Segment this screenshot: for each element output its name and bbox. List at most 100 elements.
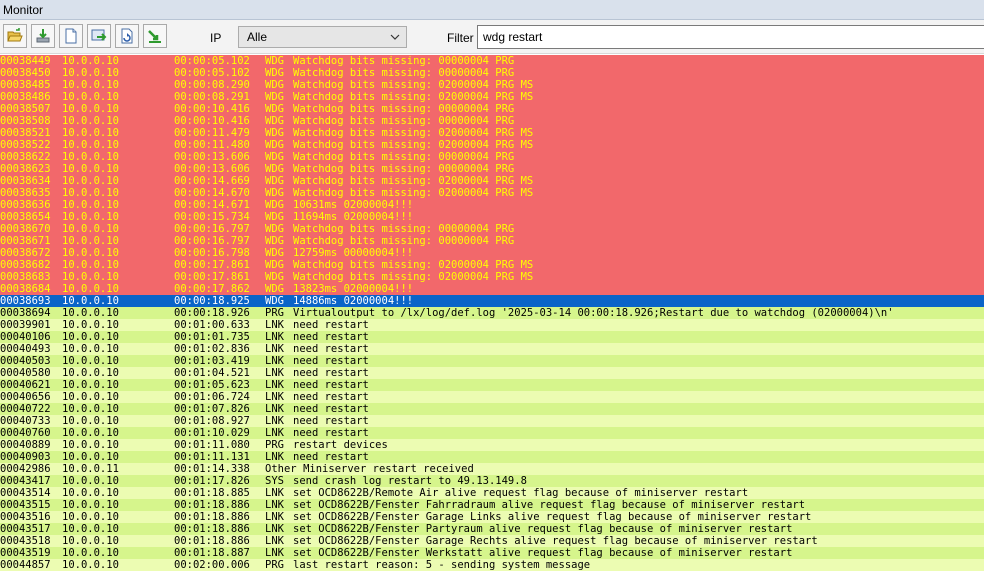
log-id: 00038450 — [0, 67, 51, 79]
log-row[interactable]: 00043515 10.0.0.10 00:01:18.886 LNK set OCD8… — [0, 499, 984, 511]
log-row[interactable]: 00040903 10.0.0.10 00:01:11.131 LNK need res… — [0, 451, 984, 463]
log-row[interactable]: 00040503 10.0.0.10 00:01:03.419 LNK need res… — [0, 355, 984, 367]
log-row[interactable]: 00038683 10.0.0.10 00:00:17.861 WDG Watchdog… — [0, 271, 984, 283]
log-time: 00:00:17.861 — [174, 259, 250, 271]
log-row[interactable]: 00038622 10.0.0.10 00:00:13.606 WDG Watchdog… — [0, 151, 984, 163]
log-type: LNK — [265, 487, 284, 499]
log-id: 00038485 — [0, 79, 51, 91]
log-row[interactable]: 00038634 10.0.0.10 00:00:14.669 WDG Watchdog… — [0, 175, 984, 187]
forward-button[interactable] — [143, 24, 167, 48]
log-row[interactable]: 00039901 10.0.0.10 00:01:00.633 LNK need res… — [0, 319, 984, 331]
log-message: Miniserver restart received — [303, 463, 474, 475]
log-row[interactable]: 00043417 10.0.0.10 00:01:17.826 SYS send cra… — [0, 475, 984, 487]
log-row[interactable]: 00043517 10.0.0.10 00:01:18.886 LNK set OCD8… — [0, 523, 984, 535]
log-ip: 10.0.0.10 — [62, 283, 119, 295]
log-row[interactable]: 00038522 10.0.0.10 00:00:11.480 WDG Watchdog… — [0, 139, 984, 151]
log-type: LNK — [265, 391, 284, 403]
log-time: 00:01:05.623 — [174, 379, 250, 391]
open-folder-button[interactable] — [3, 24, 27, 48]
log-message: Watchdog bits missing: 02000004 PRG MS — [293, 175, 534, 187]
log-time: 00:01:08.927 — [174, 415, 250, 427]
log-id: 00038635 — [0, 187, 51, 199]
log-message: Watchdog bits missing: 02000004 PRG MS — [293, 139, 534, 151]
log-time: 00:00:11.479 — [174, 127, 250, 139]
log-row[interactable]: 00043518 10.0.0.10 00:01:18.886 LNK set OCD8… — [0, 535, 984, 547]
log-row[interactable]: 00038670 10.0.0.10 00:00:16.797 WDG Watchdog… — [0, 223, 984, 235]
log-row[interactable]: 00038671 10.0.0.10 00:00:16.797 WDG Watchdog… — [0, 235, 984, 247]
log-ip: 10.0.0.10 — [62, 211, 119, 223]
log-row[interactable]: 00038623 10.0.0.10 00:00:13.606 WDG Watchdog… — [0, 163, 984, 175]
log-row[interactable]: 00043519 10.0.0.10 00:01:18.887 LNK set OCD8… — [0, 547, 984, 559]
log-row[interactable]: 00040493 10.0.0.10 00:01:02.836 LNK need res… — [0, 343, 984, 355]
log-ip: 10.0.0.10 — [62, 427, 119, 439]
log-row[interactable]: 00040580 10.0.0.10 00:01:04.521 LNK need res… — [0, 367, 984, 379]
log-row[interactable]: 00038672 10.0.0.10 00:00:16.798 WDG 12759ms … — [0, 247, 984, 259]
download-button[interactable] — [31, 24, 55, 48]
log-row[interactable]: 00040760 10.0.0.10 00:01:10.029 LNK need res… — [0, 427, 984, 439]
log-row[interactable]: 00038684 10.0.0.10 00:00:17.862 WDG 13823ms … — [0, 283, 984, 295]
log-message: Watchdog bits missing: 02000004 PRG MS — [293, 79, 534, 91]
log-type: SYS — [265, 475, 284, 487]
log-row[interactable]: 00038450 10.0.0.10 00:00:05.102 WDG Watchdog… — [0, 67, 984, 79]
log-time: 00:01:18.885 — [174, 487, 250, 499]
log-id: 00040733 — [0, 415, 51, 427]
log-ip: 10.0.0.10 — [62, 259, 119, 271]
log-type: WDG — [265, 91, 284, 103]
log-row[interactable]: 00043516 10.0.0.10 00:01:18.886 LNK set OCD8… — [0, 511, 984, 523]
log-ip: 10.0.0.10 — [62, 247, 119, 259]
log-ip: 10.0.0.10 — [62, 415, 119, 427]
log-row[interactable]: 00040621 10.0.0.10 00:01:05.623 LNK need res… — [0, 379, 984, 391]
log-id: 00038682 — [0, 259, 51, 271]
log-id: 00043417 — [0, 475, 51, 487]
log-message: need restart — [293, 379, 369, 391]
log-row[interactable]: 00040889 10.0.0.10 00:01:11.080 PRG restart … — [0, 439, 984, 451]
log-time: 00:00:17.862 — [174, 283, 250, 295]
log-row[interactable]: 00038694 10.0.0.10 00:00:18.926 PRG Virtualo… — [0, 307, 984, 319]
ip-select[interactable]: Alle — [238, 26, 407, 48]
log-row[interactable]: 00040722 10.0.0.10 00:01:07.826 LNK need res… — [0, 403, 984, 415]
log-row[interactable]: 00040733 10.0.0.10 00:01:08.927 LNK need res… — [0, 415, 984, 427]
log-row[interactable]: 00038636 10.0.0.10 00:00:14.671 WDG 10631ms … — [0, 199, 984, 211]
log-ip: 10.0.0.10 — [62, 175, 119, 187]
log-time: 00:01:00.633 — [174, 319, 250, 331]
log-id: 00043514 — [0, 487, 51, 499]
log-ip: 10.0.0.10 — [62, 307, 119, 319]
log-id: 00040903 — [0, 451, 51, 463]
log-row[interactable]: 00043514 10.0.0.10 00:01:18.885 LNK set OCD8… — [0, 487, 984, 499]
filter-input[interactable] — [477, 25, 984, 49]
log-ip: 10.0.0.10 — [62, 55, 119, 67]
log-list[interactable]: 00038449 10.0.0.10 00:00:05.102 WDG Watchdog… — [0, 55, 984, 584]
log-id: 00038486 — [0, 91, 51, 103]
log-time: 00:00:13.606 — [174, 163, 250, 175]
refresh-button[interactable] — [115, 24, 139, 48]
log-row[interactable]: 00040656 10.0.0.10 00:01:06.724 LNK need res… — [0, 391, 984, 403]
log-row[interactable]: 00038449 10.0.0.10 00:00:05.102 WDG Watchdog… — [0, 55, 984, 67]
log-row[interactable]: 00038507 10.0.0.10 00:00:10.416 WDG Watchdog… — [0, 103, 984, 115]
log-type: PRG — [265, 307, 284, 319]
log-row[interactable]: 00038682 10.0.0.10 00:00:17.861 WDG Watchdog… — [0, 259, 984, 271]
log-message: Watchdog bits missing: 02000004 PRG MS — [293, 187, 534, 199]
log-time: 00:00:08.291 — [174, 91, 250, 103]
new-document-button[interactable] — [59, 24, 83, 48]
log-type: LNK — [265, 535, 284, 547]
log-row[interactable]: 00038654 10.0.0.10 00:00:15.734 WDG 11694ms … — [0, 211, 984, 223]
export-button[interactable] — [87, 24, 111, 48]
log-row[interactable]: 00038635 10.0.0.10 00:00:14.670 WDG Watchdog… — [0, 187, 984, 199]
log-message: Watchdog bits missing: 00000004 PRG — [293, 163, 515, 175]
log-ip: 10.0.0.10 — [62, 487, 119, 499]
log-ip: 10.0.0.10 — [62, 379, 119, 391]
log-row[interactable]: 00038508 10.0.0.10 00:00:10.416 WDG Watchdog… — [0, 115, 984, 127]
log-ip: 10.0.0.10 — [62, 103, 119, 115]
toolbar: IP Alle Filter — [0, 20, 984, 54]
log-row[interactable]: 00038693 10.0.0.10 00:00:18.925 WDG 14886ms … — [0, 295, 984, 307]
log-id: 00038522 — [0, 139, 51, 151]
log-time: 00:00:11.480 — [174, 139, 250, 151]
log-time: 00:00:16.797 — [174, 223, 250, 235]
log-row[interactable]: 00038521 10.0.0.10 00:00:11.479 WDG Watchdog… — [0, 127, 984, 139]
log-row[interactable]: 00044857 10.0.0.10 00:02:00.006 PRG last res… — [0, 559, 984, 571]
log-row[interactable]: 00042986 10.0.0.11 00:01:14.338 Other Minise… — [0, 463, 984, 475]
log-row[interactable]: 00038485 10.0.0.10 00:00:08.290 WDG Watchdog… — [0, 79, 984, 91]
log-row[interactable]: 00040106 10.0.0.10 00:01:01.735 LNK need res… — [0, 331, 984, 343]
export-icon — [91, 29, 107, 41]
log-row[interactable]: 00038486 10.0.0.10 00:00:08.291 WDG Watchdog… — [0, 91, 984, 103]
